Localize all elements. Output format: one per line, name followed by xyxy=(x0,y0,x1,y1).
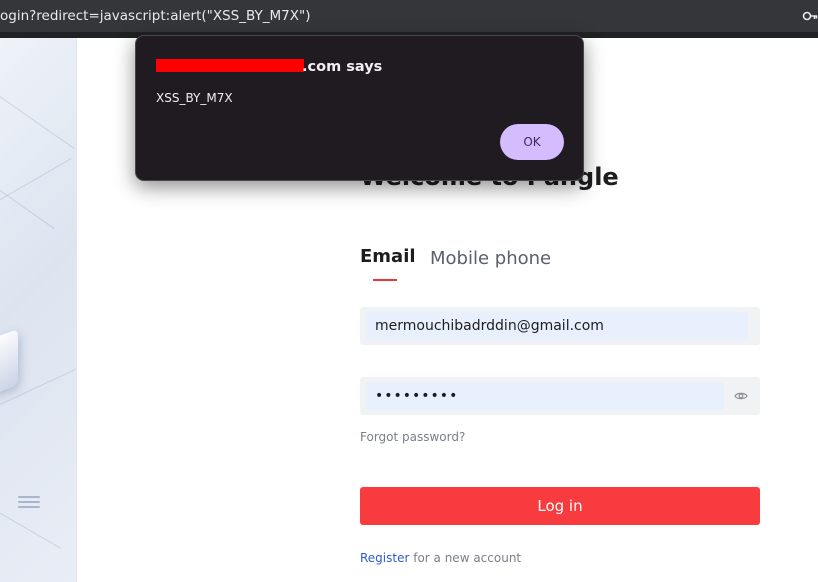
forgot-password-link[interactable]: Forgot password? xyxy=(360,430,465,444)
dialog-message: XSS_BY_M7X xyxy=(156,91,233,105)
hero-cube-shape xyxy=(0,328,18,396)
hero-bars-decoration xyxy=(18,496,40,511)
eye-icon[interactable] xyxy=(734,390,748,402)
active-tab-indicator xyxy=(373,279,397,281)
dialog-title-suffix: .com says xyxy=(302,59,383,75)
email-field[interactable]: mermouchibadrddin@gmail.com xyxy=(360,307,760,345)
ok-button[interactable]: OK xyxy=(500,124,564,160)
hero-divider xyxy=(76,38,77,582)
redacted-domain xyxy=(156,59,304,72)
register-link[interactable]: Register xyxy=(360,551,409,565)
email-input[interactable]: mermouchibadrddin@gmail.com xyxy=(366,312,748,340)
hero-illustration xyxy=(0,38,76,582)
tab-email[interactable]: Email xyxy=(360,246,416,267)
browser-address-bar[interactable]: ogin?redirect=javascript:alert("XSS_BY_M… xyxy=(0,0,818,32)
password-input[interactable]: ••••••••• xyxy=(366,382,724,410)
login-button[interactable]: Log in xyxy=(360,487,760,525)
hero-line xyxy=(0,68,75,150)
alert-dialog: .com says XSS_BY_M7X OK xyxy=(135,35,584,181)
key-icon[interactable] xyxy=(802,8,818,24)
register-line: Register for a new account xyxy=(360,551,521,565)
hero-line xyxy=(0,158,72,229)
register-suffix: for a new account xyxy=(409,551,522,565)
hero-line xyxy=(0,478,62,549)
password-field[interactable]: ••••••••• xyxy=(360,377,760,415)
dialog-title: .com says xyxy=(156,59,382,75)
url-text[interactable]: ogin?redirect=javascript:alert("XSS_BY_M… xyxy=(0,8,311,24)
hero-line xyxy=(0,148,55,230)
tab-mobile-phone[interactable]: Mobile phone xyxy=(430,248,551,269)
